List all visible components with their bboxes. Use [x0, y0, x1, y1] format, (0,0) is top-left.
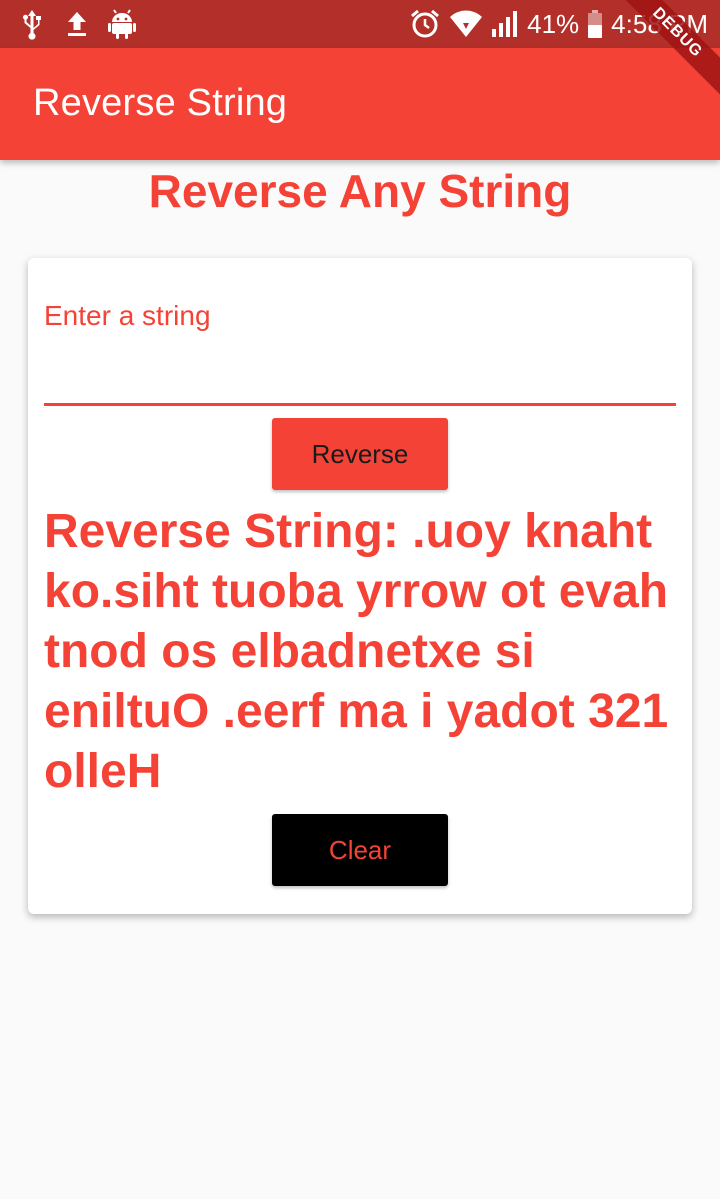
reverse-button[interactable]: Reverse — [272, 418, 448, 490]
battery-icon — [587, 9, 603, 39]
app-bar: Reverse String — [0, 48, 720, 160]
reverse-card: Enter a string Reverse Reverse String: .… — [28, 258, 692, 914]
alarm-icon — [409, 8, 441, 40]
clear-button[interactable]: Clear — [272, 814, 448, 886]
status-notifications — [18, 8, 136, 40]
string-input-label: Enter a string — [44, 300, 211, 331]
status-bar: 41% 4:58 PM — [0, 0, 720, 48]
android-icon — [108, 9, 136, 39]
string-input[interactable] — [44, 342, 676, 406]
signal-icon — [491, 9, 519, 39]
page-heading: Reverse Any String — [148, 165, 572, 217]
upload-icon — [64, 9, 90, 39]
wifi-icon — [449, 9, 483, 39]
app-bar-title: Reverse String — [33, 82, 288, 124]
reversed-result-text: Reverse String: .uoy knaht ko.siht tuoba… — [44, 505, 669, 798]
battery-percent: 41% — [527, 8, 580, 39]
app-screen: 41% 4:58 PM Reverse String DEBUG Reverse… — [0, 0, 720, 1199]
usb-icon — [18, 8, 46, 40]
